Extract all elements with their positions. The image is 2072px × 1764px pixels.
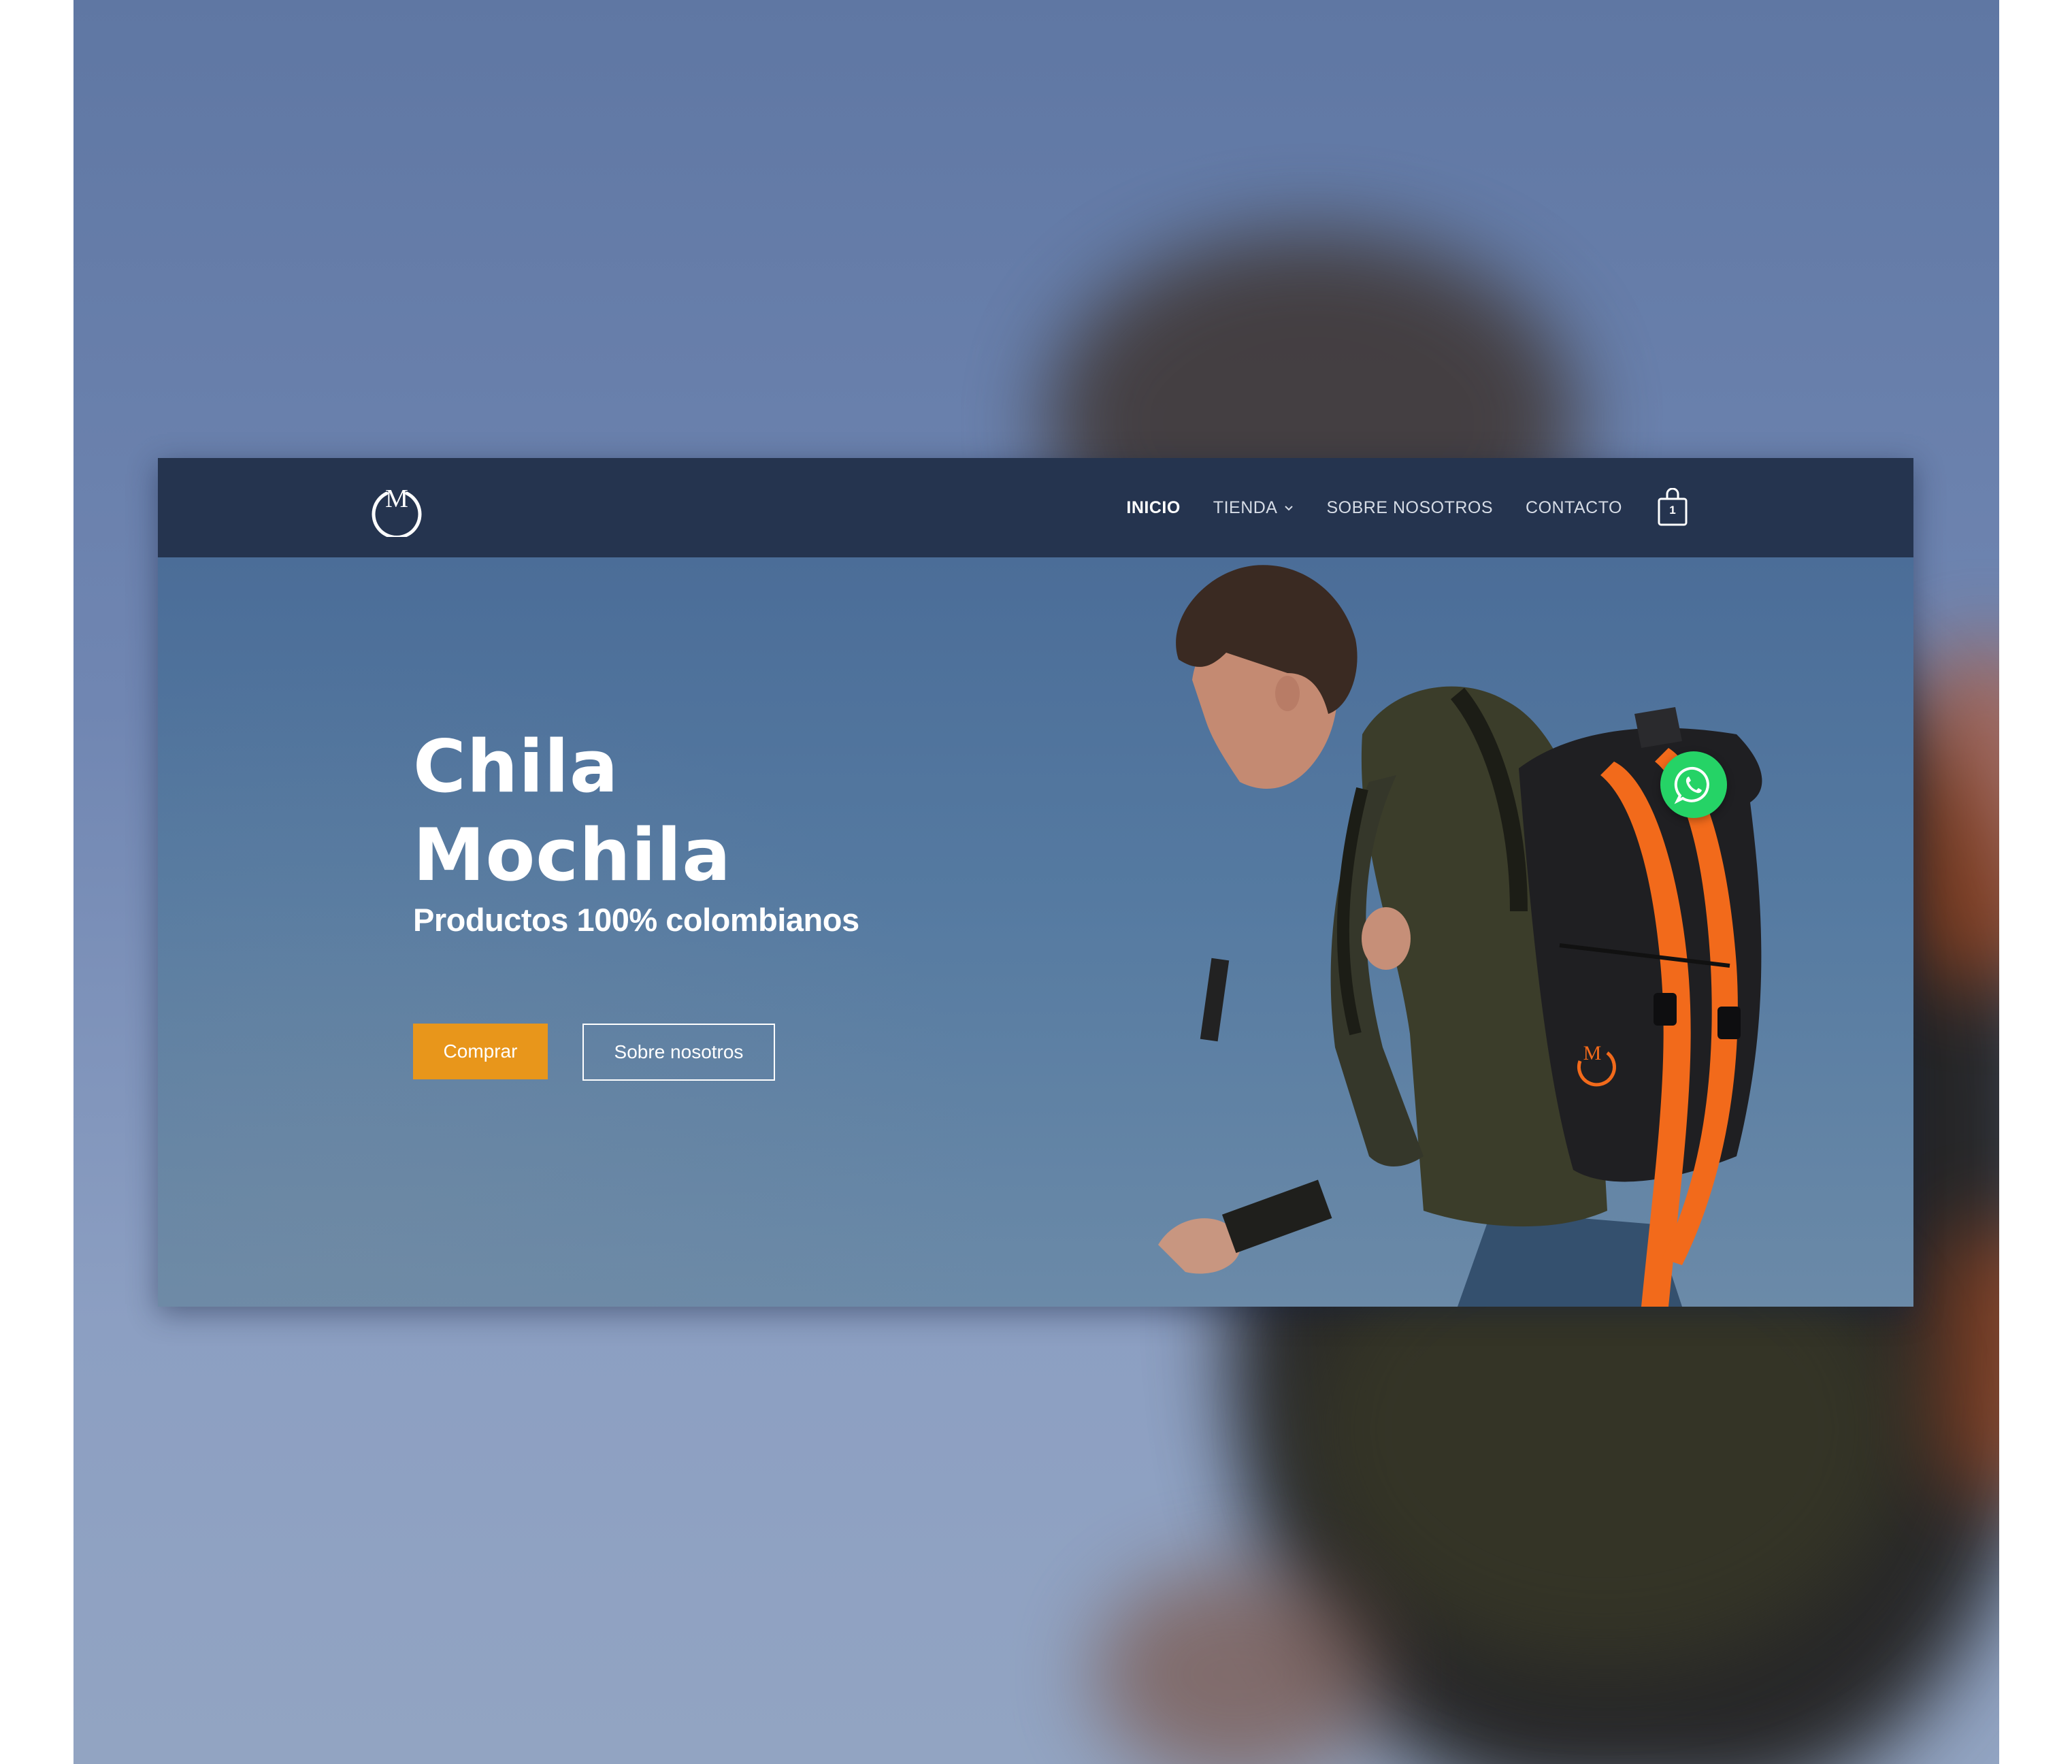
website-preview: M INICIO TIENDA SOBRE NOSOTROS CONTACTO xyxy=(158,458,1913,1307)
mochila-m-logo-icon[interactable]: M xyxy=(367,478,426,540)
sobre-nosotros-button[interactable]: Sobre nosotros xyxy=(582,1024,775,1081)
main-navigation: INICIO TIENDA SOBRE NOSOTROS CONTACTO 1 xyxy=(1126,458,1689,557)
hero-title: Chila Mochila xyxy=(413,723,731,900)
hero-title-line1: Chila xyxy=(413,725,619,808)
nav-item-label: INICIO xyxy=(1126,497,1181,517)
whatsapp-chat-button[interactable] xyxy=(1660,751,1727,818)
nav-item-contacto[interactable]: CONTACTO xyxy=(1526,498,1622,518)
hero-subtitle: Productos 100% colombianos xyxy=(413,902,859,938)
nav-item-label: TIENDA xyxy=(1213,497,1278,517)
svg-text:M: M xyxy=(1583,1042,1602,1064)
svg-text:M: M xyxy=(385,485,408,513)
nav-item-sobre-nosotros[interactable]: SOBRE NOSOTROS xyxy=(1326,498,1493,518)
nav-item-inicio[interactable]: INICIO xyxy=(1126,498,1180,518)
nav-item-label: CONTACTO xyxy=(1526,497,1622,517)
site-header: M INICIO TIENDA SOBRE NOSOTROS CONTACTO xyxy=(158,458,1913,557)
nav-item-label: SOBRE NOSOTROS xyxy=(1326,497,1494,517)
whatsapp-icon xyxy=(1674,766,1709,804)
cart-button[interactable]: 1 xyxy=(1656,488,1689,527)
comprar-button[interactable]: Comprar xyxy=(413,1024,548,1079)
chevron-down-icon xyxy=(1285,506,1294,511)
hero-model-image: M xyxy=(1158,565,1762,1307)
nav-item-tienda[interactable]: TIENDA xyxy=(1213,498,1294,518)
hero-section: Chila Mochila Productos 100% colombianos… xyxy=(158,557,1913,1307)
cart-count-badge: 1 xyxy=(1669,504,1676,517)
hero-title-line2: Mochila xyxy=(413,813,731,897)
